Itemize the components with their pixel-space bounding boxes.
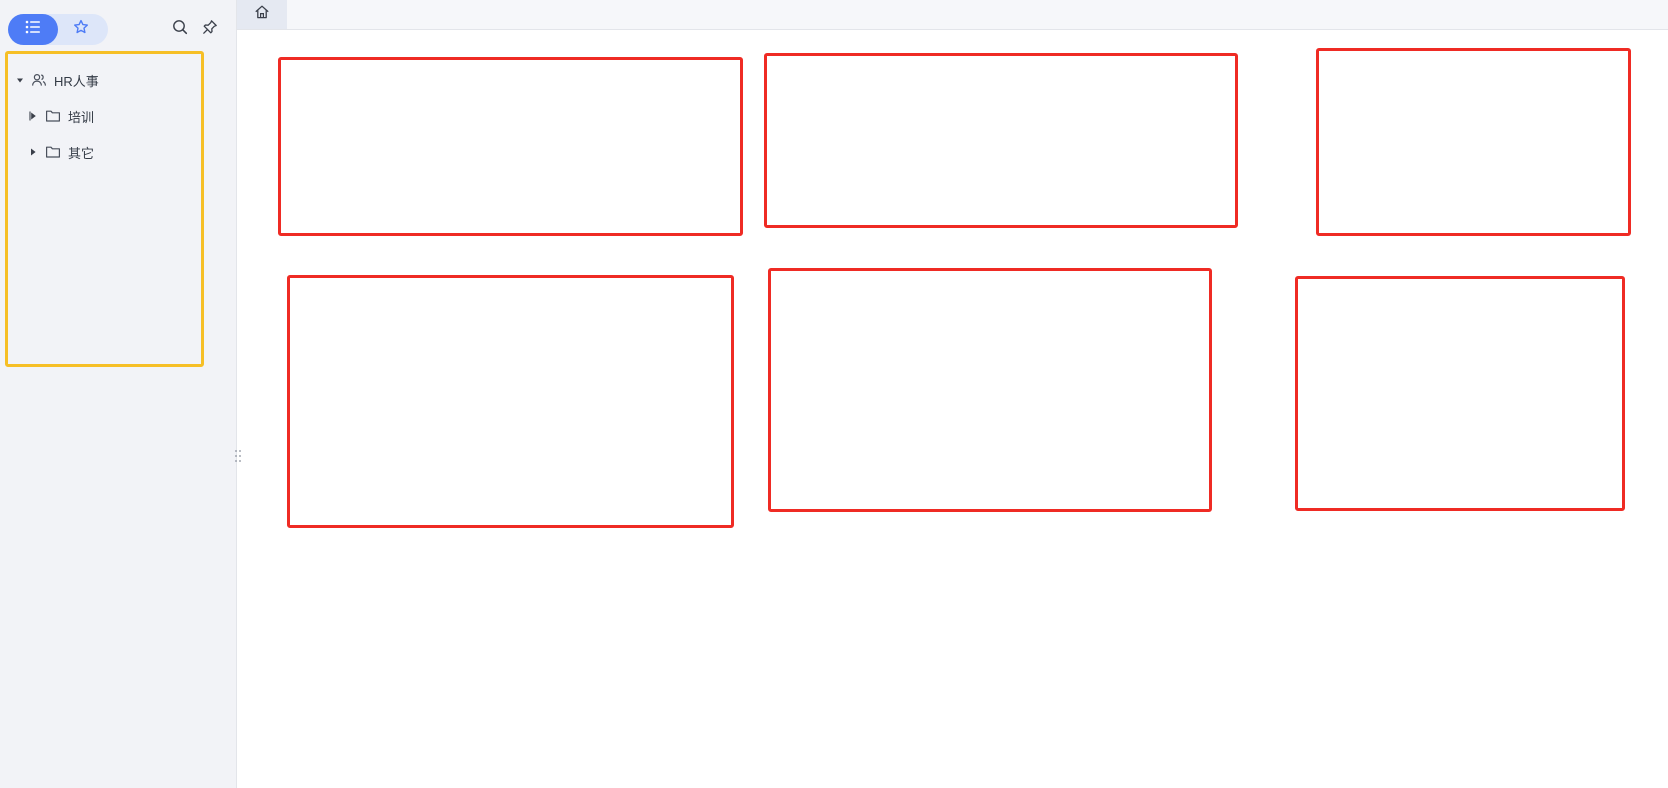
tree-item-label: 培训 — [68, 109, 95, 125]
pin-button[interactable] — [200, 19, 220, 39]
list-view-button[interactable] — [8, 14, 58, 45]
caret-down-icon[interactable] — [15, 75, 25, 85]
pin-icon — [202, 19, 218, 40]
annotation-box — [1316, 48, 1631, 236]
tree-item-training[interactable]: 培训 — [0, 98, 237, 134]
annotation-box — [768, 268, 1212, 512]
search-button[interactable] — [170, 19, 190, 39]
users-icon — [31, 72, 47, 88]
annotation-box — [278, 57, 743, 236]
annotation-box — [287, 275, 734, 528]
caret-right-icon[interactable] — [28, 147, 38, 157]
folder-icon — [45, 144, 61, 160]
star-icon — [73, 19, 89, 40]
tree-item-hr[interactable]: HR人事 — [0, 62, 237, 98]
home-icon — [254, 4, 270, 25]
annotation-box — [764, 53, 1238, 228]
view-toggle — [8, 14, 108, 45]
tree-item-other[interactable]: 其它 — [0, 134, 237, 170]
tree-item-label: 其它 — [68, 145, 95, 161]
sidebar: HR人事 培训 其它 — [0, 0, 237, 788]
folder-icon — [45, 108, 61, 124]
annotation-box — [1295, 276, 1625, 511]
tab-home[interactable] — [237, 0, 287, 29]
search-icon — [172, 19, 188, 40]
sidebar-resize-handle[interactable] — [233, 449, 243, 468]
favorites-view-button[interactable] — [56, 14, 106, 45]
list-icon — [25, 20, 41, 39]
tree-item-label: HR人事 — [54, 73, 99, 89]
tab-bar — [237, 0, 1668, 30]
caret-right-icon[interactable] — [28, 111, 38, 121]
drag-handle-icon — [234, 449, 242, 468]
app-window: HR人事 培训 其它 — [0, 0, 1668, 788]
navigation-tree: HR人事 培训 其它 — [0, 62, 237, 170]
